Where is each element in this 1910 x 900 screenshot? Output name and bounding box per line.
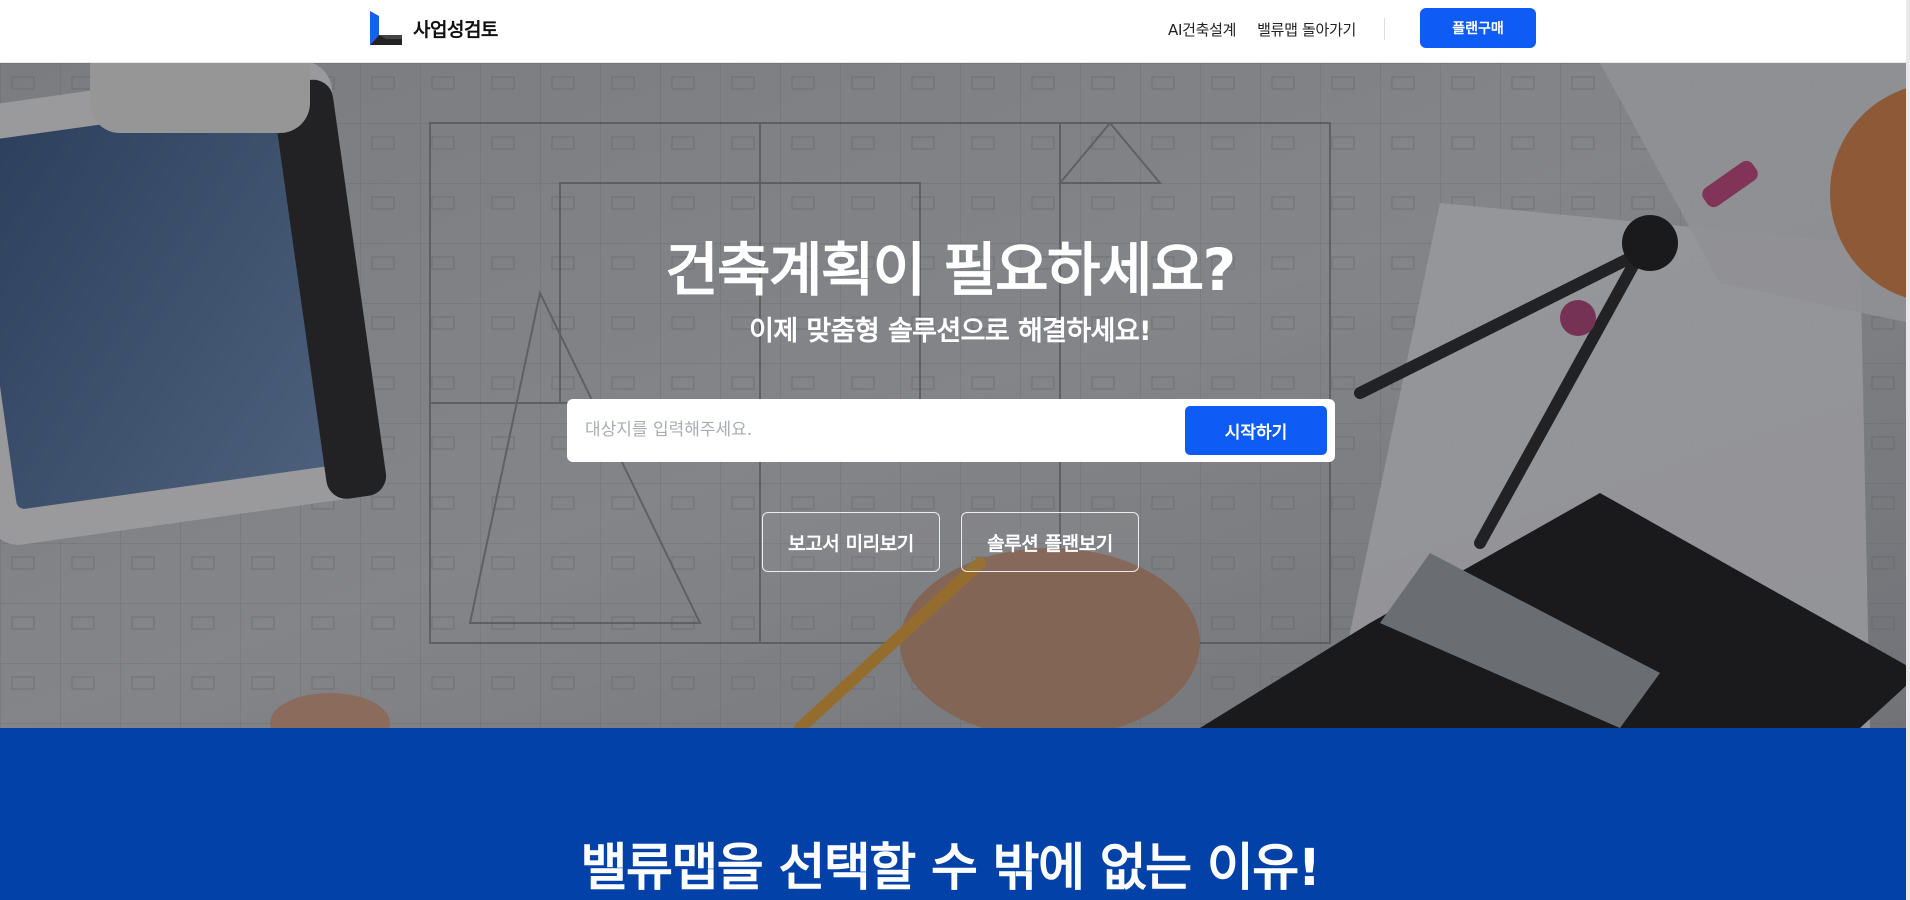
hero-section: 건축계획이 필요하세요? 이제 맞춤형 솔루션으로 해결하세요! 시작하기 보고… [0, 63, 1910, 728]
plan-purchase-button[interactable]: 플랜구매 [1420, 8, 1536, 48]
site-header: 사업성검토 AI건축설계 밸류맵 돌아가기 플랜구매 [0, 0, 1910, 63]
logo-text: 사업성검토 [413, 18, 498, 41]
hero-subtitle: 이제 맞춤형 솔루션으로 해결하세요! [749, 316, 1151, 347]
valuemap-logo-icon [370, 11, 402, 45]
page-scrollbar[interactable] [1906, 0, 1910, 900]
nav-link-back-to-valuemap[interactable]: 밸류맵 돌아가기 [1257, 19, 1356, 40]
why-valuemap-section: 밸류맵을 선택할 수 밖에 없는 이유! [0, 728, 1910, 900]
header-nav: AI건축설계 밸류맵 돌아가기 [1168, 18, 1386, 40]
hero-dark-overlay [0, 63, 1910, 728]
site-logo[interactable]: 사업성검토 [370, 11, 498, 45]
address-search-box: 시작하기 [567, 399, 1335, 462]
address-search-input[interactable] [585, 411, 1145, 449]
report-preview-button[interactable]: 보고서 미리보기 [762, 512, 940, 572]
start-button[interactable]: 시작하기 [1185, 406, 1327, 455]
hero-title: 건축계획이 필요하세요? [665, 236, 1236, 304]
why-section-title: 밸류맵을 선택할 수 밖에 없는 이유! [580, 839, 1321, 898]
nav-divider [1384, 18, 1386, 40]
nav-link-ai-design[interactable]: AI건축설계 [1168, 19, 1236, 40]
solution-plans-button[interactable]: 솔루션 플랜보기 [961, 512, 1139, 572]
